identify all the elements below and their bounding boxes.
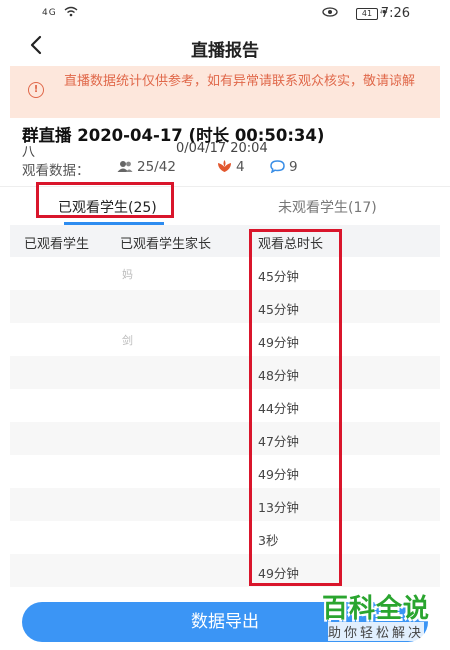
live-session-subtitle: 八 0/04/17 20:04 — [22, 141, 268, 160]
table-row[interactable]: 3秒 — [10, 521, 440, 554]
viewer-count: 25/42 — [117, 159, 176, 177]
comment-count-value: 9 — [289, 159, 298, 175]
watermark-subtitle: 助你轻松解决 — [328, 622, 425, 641]
wifi-icon — [64, 6, 78, 20]
site-watermark: 百科全说 助你轻松解决 — [316, 588, 450, 650]
table-row[interactable]: 剑 49分钟 — [10, 323, 440, 356]
status-bar: 4G 41 ❧ 7:26 — [0, 0, 450, 28]
page-title: 直播报告 — [191, 41, 259, 61]
redacted-text — [39, 146, 123, 156]
tab-unwatched-students[interactable]: 未观看学生(17) — [278, 197, 377, 217]
table-row[interactable]: 48分钟 — [10, 356, 440, 389]
people-icon — [117, 160, 133, 177]
column-header-student: 已观看学生 — [24, 237, 90, 252]
table-row[interactable]: 妈 45分钟 — [10, 257, 440, 290]
battery-icon: 41 — [356, 8, 378, 20]
eye-icon — [322, 7, 338, 20]
table-header: 已观看学生 已观看学生家长 观看总时长 — [10, 225, 440, 257]
table-row[interactable]: 47分钟 — [10, 422, 440, 455]
table-row[interactable]: 44分钟 — [10, 389, 440, 422]
nav-bar: 直播报告 — [0, 28, 450, 66]
viewer-count-value: 25/42 — [137, 159, 176, 175]
watermark-title: 百科全说 — [322, 594, 431, 624]
parent-name: 剑 — [122, 334, 135, 347]
notice-text: 直播数据统计仅供参考，如有异常请联系观众核实，敬请谅解 — [64, 74, 416, 89]
session-datetime: 0/04/17 20:04 — [176, 141, 268, 156]
table-row[interactable]: 49分钟 — [10, 554, 440, 587]
table-row[interactable]: 49分钟 — [10, 455, 440, 488]
subtitle-prefix: 八 — [22, 145, 36, 160]
flower-count: 4 — [217, 159, 245, 177]
highlight-box-tab — [36, 182, 174, 218]
clock: 7:26 — [380, 6, 410, 21]
notice-banner: ! 直播数据统计仅供参考，如有异常请联系观众核实，敬请谅解 — [10, 66, 440, 118]
column-header-parent: 已观看学生家长 — [120, 237, 212, 252]
comment-bubble-icon — [270, 160, 285, 177]
flower-count-value: 4 — [236, 159, 245, 175]
comment-count: 9 — [270, 159, 298, 177]
table-row[interactable]: 13分钟 — [10, 488, 440, 521]
signal-indicator: 4G — [42, 8, 57, 18]
flower-icon — [217, 160, 232, 177]
parent-name: 妈 — [122, 268, 135, 281]
stats-label: 观看数据： — [22, 163, 90, 179]
highlight-box-duration-column — [249, 229, 342, 586]
table-row[interactable]: 45分钟 — [10, 290, 440, 323]
alert-circle-icon: ! — [28, 82, 44, 98]
